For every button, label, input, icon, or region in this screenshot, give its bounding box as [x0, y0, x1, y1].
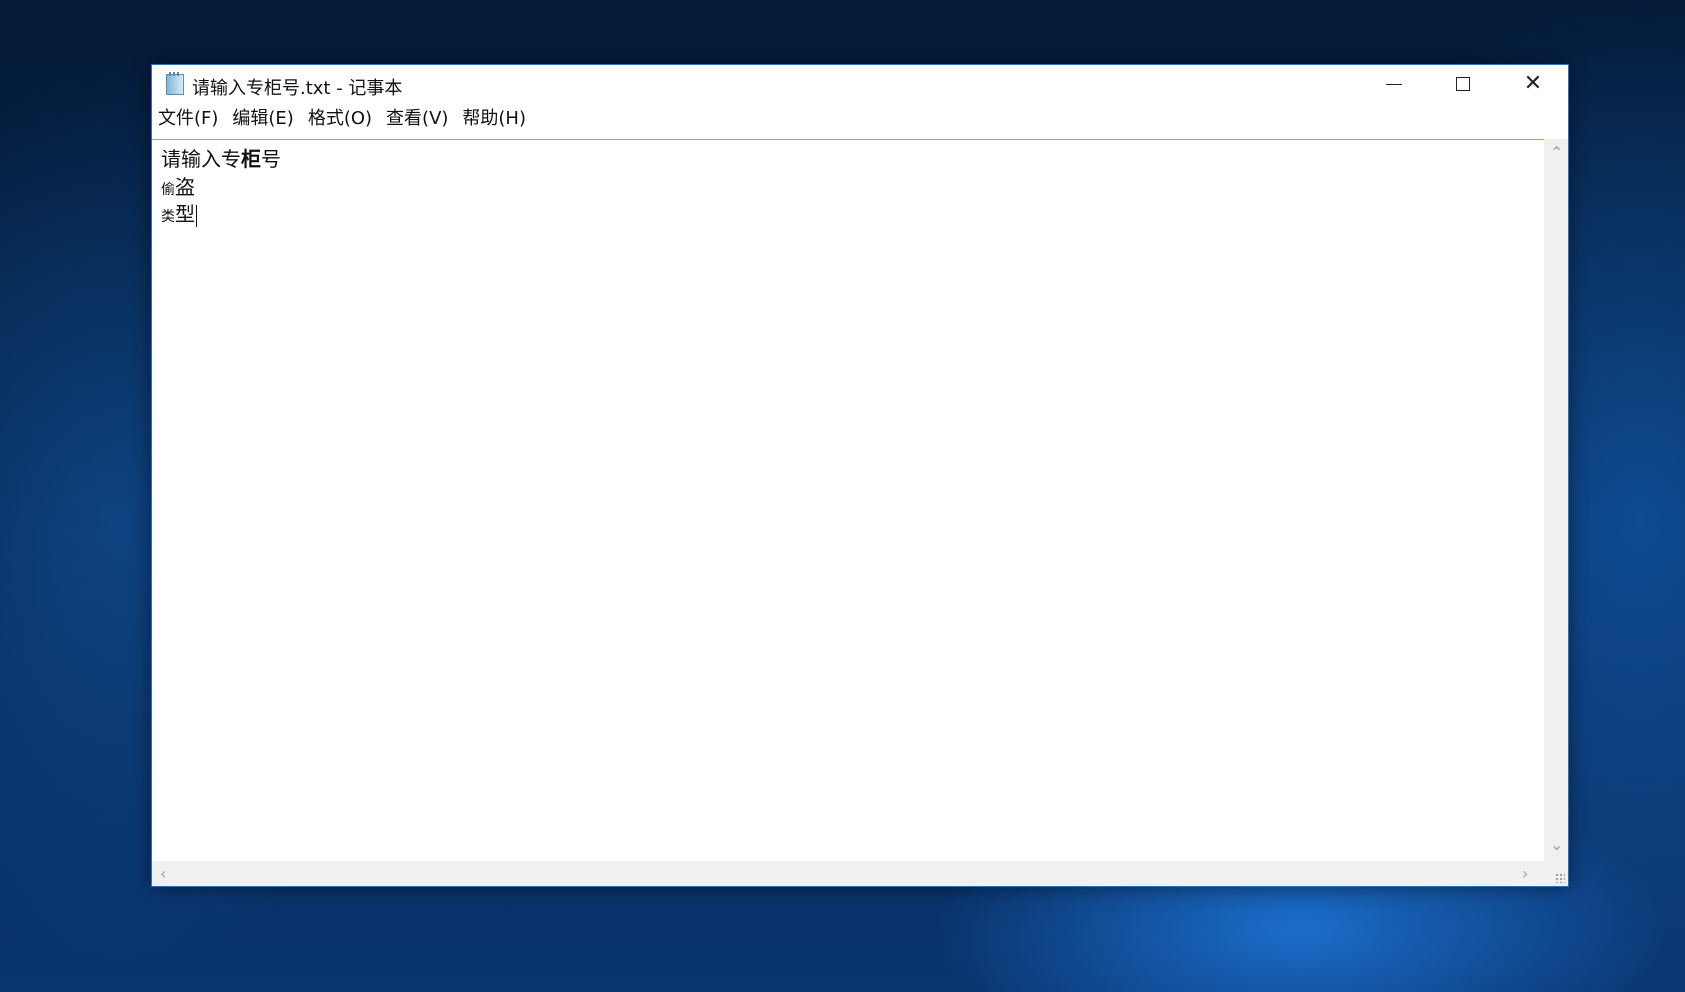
text-line-3: 类型: [161, 198, 197, 227]
menu-edit[interactable]: 编辑(E): [225, 105, 300, 133]
maximize-button[interactable]: [1428, 65, 1498, 103]
notepad-window: 请输入专柜号.txt - 记事本 ✕ 文件(F) 编辑(E) 格式(O) 查看(…: [151, 64, 1569, 887]
line1-text-b: 柜: [241, 147, 261, 171]
chevron-left-icon[interactable]: ‹: [160, 866, 166, 882]
title-bar[interactable]: 请输入专柜号.txt - 记事本 ✕: [152, 65, 1568, 103]
horizontal-scrollbar[interactable]: ‹ ›: [152, 861, 1544, 886]
close-button[interactable]: ✕: [1498, 65, 1568, 103]
close-icon: ✕: [1523, 71, 1543, 96]
text-line-1: 请输入专柜号: [161, 143, 281, 172]
vertical-scrollbar[interactable]: ⌃ ⌄: [1544, 139, 1568, 861]
chevron-up-icon[interactable]: ⌃: [1550, 145, 1563, 161]
maximize-icon: [1456, 77, 1470, 91]
notepad-icon[interactable]: [166, 72, 184, 95]
minimize-icon: [1386, 83, 1402, 85]
chevron-right-icon[interactable]: ›: [1522, 866, 1528, 882]
text-caret: [196, 204, 197, 227]
menu-format[interactable]: 格式(O): [301, 105, 379, 133]
line2-text-small: 偷: [161, 182, 175, 198]
line2-text: 盗: [175, 175, 195, 199]
line3-text-small: 类: [161, 209, 175, 225]
text-editor[interactable]: 请输入专柜号 偷盗 类型: [152, 139, 1544, 861]
chevron-down-icon[interactable]: ⌄: [1550, 837, 1563, 853]
resize-corner[interactable]: [1544, 861, 1568, 886]
menu-view[interactable]: 查看(V): [379, 105, 455, 133]
menu-help[interactable]: 帮助(H): [455, 105, 533, 133]
menu-bar: 文件(F) 编辑(E) 格式(O) 查看(V) 帮助(H): [152, 103, 1568, 135]
minimize-button[interactable]: [1359, 65, 1429, 103]
line1-text-c: 号: [261, 147, 281, 171]
window-title: 请输入专柜号.txt - 记事本: [192, 78, 403, 99]
line1-text-a: 请输入专: [161, 147, 241, 171]
menu-file[interactable]: 文件(F): [152, 105, 225, 133]
text-line-2: 偷盗: [161, 171, 195, 200]
resize-grip-icon[interactable]: [1555, 873, 1565, 883]
line3-text: 型: [175, 202, 195, 226]
